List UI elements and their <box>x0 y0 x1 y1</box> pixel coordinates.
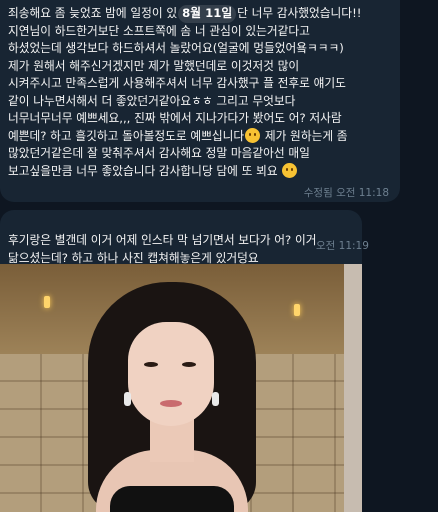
eye <box>182 362 196 367</box>
message-line: 너무너무너무 예쁘세요,,, 진짜 밖에서 지나가다가 봤어도 어? 저사람 <box>8 111 342 125</box>
smiling-face-emoji-icon <box>245 127 261 143</box>
earring <box>212 392 219 406</box>
message-line: 같이 나누면서해서 더 좋았던거같아요ㅎㅎ 그리고 무엇보다 <box>8 93 296 108</box>
dress <box>110 486 234 512</box>
eye <box>144 362 158 367</box>
message-text-1: 죄송해요 좀 늦었죠 밤에 일정이 있 8월 11일 단 너무 감사했었습니다!! … <box>8 5 392 180</box>
message-timestamp: 수정됨 오전 11:18 <box>303 187 389 199</box>
smiling-face-emoji-icon <box>282 162 298 178</box>
face <box>128 322 214 426</box>
text-segment: 단 너무 감사했었습니다!! <box>237 6 362 20</box>
message-line: 죄송해요 좀 늦었죠 밤에 일정이 있 8월 11일 단 너무 감사했었습니다!! <box>8 5 392 23</box>
photo-edge <box>344 264 362 512</box>
message-bubble-1[interactable]: 죄송해요 좀 늦었죠 밤에 일정이 있 8월 11일 단 너무 감사했었습니다!! … <box>0 0 400 202</box>
message-timestamp: 오전 11:19 <box>316 240 369 252</box>
message-line: 예쁜데? 하고 흘깃하고 돌아볼정도로 예쁘십니다 제가 원하는게 좀 <box>8 127 392 146</box>
text-segment: 죄송해요 좀 늦었죠 밤에 일정이 있 <box>8 6 178 20</box>
lips <box>160 400 182 407</box>
earring <box>124 392 131 406</box>
lamp-light <box>44 296 50 308</box>
text-segment: 제가 원하는게 좀 <box>261 128 348 143</box>
message-line: 제가 원해서 해주신거겠지만 제가 말했던데로 이것저것 많이 <box>8 58 300 73</box>
message-line: 하셨었는데 생각보다 하드하셔서 놀랐어요(얼굴에 멍들었어욬ㅋㅋㅋ) <box>8 41 344 55</box>
lamp-light <box>294 304 300 316</box>
text-segment: 예쁜데? 하고 흘깃하고 돌아볼정도로 예쁘십니다 <box>8 128 245 143</box>
text-segment: 보고싶을만큼 너무 좋았습니다 감사합니당 담에 또 뵈요 <box>8 163 278 178</box>
message-line: 많았던거같은데 잘 맞춰주셔서 감사해요 정말 마음같아선 매일 <box>8 146 310 160</box>
message-line: 지연님이 하드한거보단 소프트쪽에 솜 너 관심이 있는거같다고 <box>8 23 310 38</box>
date-chip: 8월 11일 <box>178 5 237 23</box>
message-line: 후기랑은 별갠데 이거 어제 인스타 막 넘기면서 보다가 어? 이거 <box>8 233 317 247</box>
photo-attachment[interactable] <box>0 264 344 512</box>
message-line: 보고싶을만큼 너무 좋았습니다 감사합니당 담에 또 뵈요 <box>8 162 392 181</box>
message-text-2: 후기랑은 별갠데 이거 어제 인스타 막 넘기면서 보다가 어? 이거 닮으셨는… <box>8 232 354 267</box>
message-line: 시켜주시고 만족스럽게 사용해주셔서 너무 감사했구 플 전후로 얘기도 <box>8 76 346 90</box>
